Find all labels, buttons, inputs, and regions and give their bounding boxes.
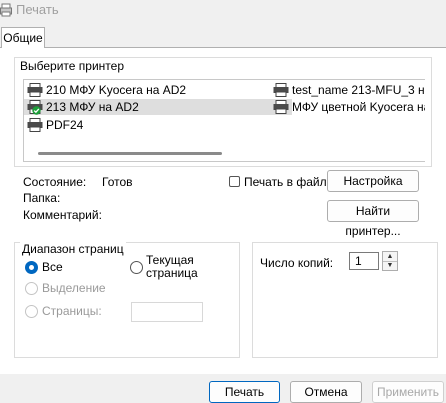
printer-list[interactable]: 210 МФУ Kyocera на AD2 213 МФУ на AD2 PD… xyxy=(23,79,425,162)
comment-label: Комментарий: xyxy=(23,208,102,222)
printer-item-pdf24[interactable]: PDF24 xyxy=(24,117,292,133)
printer-name: PDF24 xyxy=(46,118,84,132)
pages-input[interactable] xyxy=(131,302,203,322)
printer-group-label: Выберите принтер xyxy=(20,59,124,73)
printer-icon xyxy=(27,83,43,97)
printer-name: 210 МФУ Kyocera на AD2 xyxy=(46,83,187,97)
printer-name: МФУ цветной Kyocera на xyxy=(292,100,425,114)
range-selection-label[interactable]: Выделение xyxy=(42,281,106,295)
range-all-radio[interactable] xyxy=(25,261,38,274)
printer-app-icon xyxy=(0,3,12,17)
print-to-file-checkbox[interactable] xyxy=(229,176,240,187)
range-all-label[interactable]: Все xyxy=(42,260,63,274)
range-selection-radio[interactable] xyxy=(25,282,38,295)
range-current-page-radio[interactable] xyxy=(130,261,143,274)
printer-item-210[interactable]: 210 МФУ Kyocera на AD2 xyxy=(24,82,292,98)
apply-button[interactable]: Применить xyxy=(372,381,444,403)
tab-general[interactable]: Общие xyxy=(1,27,45,48)
printer-name: test_name 213-MFU_3 на xyxy=(292,83,425,97)
status-label: Состояние: xyxy=(23,175,87,189)
printer-list-scrollbar[interactable] xyxy=(38,152,222,155)
copies-spinner[interactable]: ▲ ▼ xyxy=(382,251,398,271)
copies-label: Число копий: xyxy=(260,256,334,270)
printer-item-color-kyocera[interactable]: МФУ цветной Kyocera на xyxy=(270,99,425,115)
status-value: Готов xyxy=(102,175,133,189)
location-label: Папка: xyxy=(23,191,61,205)
print-button[interactable]: Печать xyxy=(209,381,280,403)
printer-name: 213 МФУ на AD2 xyxy=(46,100,139,114)
page-range-label: Диапазон страниц xyxy=(20,242,126,256)
window-title: Печать xyxy=(16,2,59,17)
cancel-button[interactable]: Отмена xyxy=(290,381,362,403)
printer-icon xyxy=(273,83,289,97)
range-current-page-label-line2[interactable]: страница xyxy=(146,266,198,280)
printer-item-test-name[interactable]: test_name 213-MFU_3 на xyxy=(270,82,425,98)
default-check-icon xyxy=(32,106,41,115)
range-current-page-label-line1[interactable]: Текущая xyxy=(146,253,194,267)
copies-input[interactable]: 1 xyxy=(349,252,379,270)
chevron-down-icon[interactable]: ▼ xyxy=(383,261,397,270)
printer-item-213[interactable]: 213 МФУ на AD2 xyxy=(24,99,292,115)
settings-button[interactable]: Настройка xyxy=(327,170,419,192)
printer-icon xyxy=(273,100,289,114)
find-printer-button[interactable]: Найти принтер... xyxy=(327,200,419,238)
range-pages-radio[interactable] xyxy=(25,305,38,318)
range-pages-label[interactable]: Страницы: xyxy=(42,304,102,318)
print-to-file-label[interactable]: Печать в файл xyxy=(244,175,327,189)
title-bar xyxy=(0,0,446,22)
printer-icon xyxy=(27,118,43,132)
